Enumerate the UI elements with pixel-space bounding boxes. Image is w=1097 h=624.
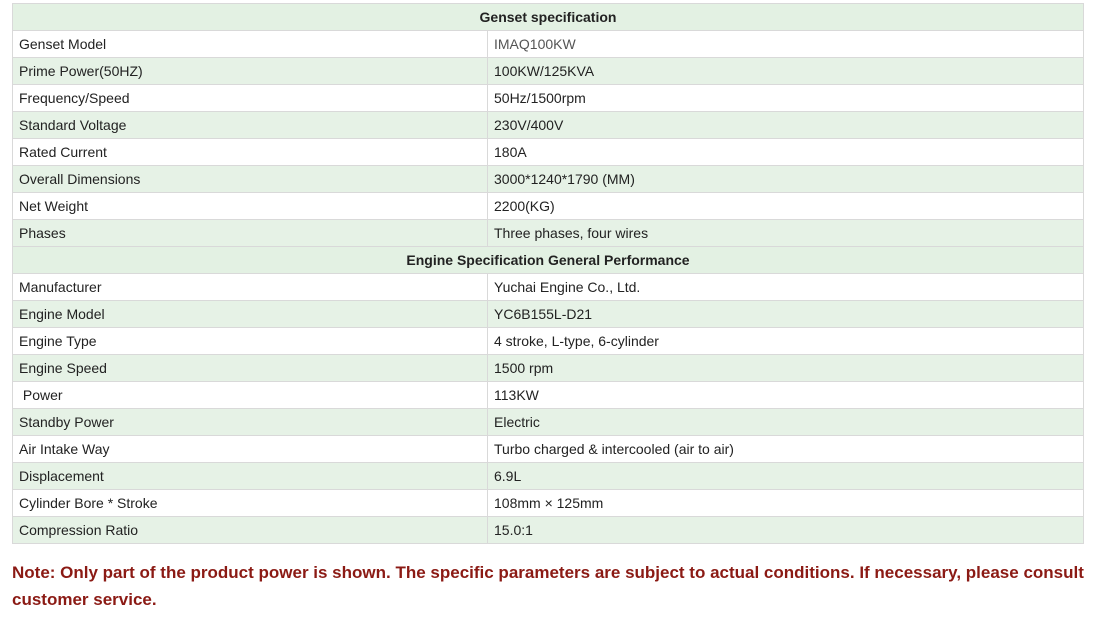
table-row: Manufacturer Yuchai Engine Co., Ltd. xyxy=(12,273,1084,301)
spec-value: 15.0:1 xyxy=(487,516,1084,544)
spec-value: 100KW/125KVA xyxy=(487,57,1084,85)
spec-label: Displacement xyxy=(12,462,488,490)
spec-label: Air Intake Way xyxy=(12,435,488,463)
spec-value: 108mm × 125mm xyxy=(487,489,1084,517)
spec-value: Electric xyxy=(487,408,1084,436)
table-row: Compression Ratio 15.0:1 xyxy=(12,516,1084,544)
spec-value: 1500 rpm xyxy=(487,354,1084,382)
table-row: Air Intake Way Turbo charged & intercool… xyxy=(12,435,1084,463)
table-row: Overall Dimensions 3000*1240*1790 (MM) xyxy=(12,165,1084,193)
spec-label: Power xyxy=(12,381,488,409)
spec-label: Standby Power xyxy=(12,408,488,436)
spec-value: 50Hz/1500rpm xyxy=(487,84,1084,112)
table-row: Genset Model IMAQ100KW xyxy=(12,30,1084,58)
spec-label: Engine Model xyxy=(12,300,488,328)
table-row: Standard Voltage 230V/400V xyxy=(12,111,1084,139)
table-row: Engine Speed 1500 rpm xyxy=(12,354,1084,382)
spec-label: Prime Power(50HZ) xyxy=(12,57,488,85)
spec-value: Yuchai Engine Co., Ltd. xyxy=(487,273,1084,301)
spec-value: Three phases, four wires xyxy=(487,219,1084,247)
spec-label: Net Weight xyxy=(12,192,488,220)
section-header: Genset specification xyxy=(12,3,1084,31)
spec-label: Rated Current xyxy=(12,138,488,166)
spec-label: Cylinder Bore * Stroke xyxy=(12,489,488,517)
table-row: Engine Model YC6B155L-D21 xyxy=(12,300,1084,328)
spec-label: Genset Model xyxy=(12,30,488,58)
spec-label: Standard Voltage xyxy=(12,111,488,139)
spec-label: Engine Type xyxy=(12,327,488,355)
spec-value: 6.9L xyxy=(487,462,1084,490)
table-row: Power 113KW xyxy=(12,381,1084,409)
spec-label: Phases xyxy=(12,219,488,247)
spec-value: Turbo charged & intercooled (air to air) xyxy=(487,435,1084,463)
spec-label: Overall Dimensions xyxy=(12,165,488,193)
spec-label: Compression Ratio xyxy=(12,516,488,544)
disclaimer-note: Note: Only part of the product power is … xyxy=(12,563,1084,609)
table-row: Displacement 6.9L xyxy=(12,462,1084,490)
spec-label: Frequency/Speed xyxy=(12,84,488,112)
spec-value: 2200(KG) xyxy=(487,192,1084,220)
table-row: Rated Current 180A xyxy=(12,138,1084,166)
spec-value: YC6B155L-D21 xyxy=(487,300,1084,328)
spec-table: Genset specification Genset Model IMAQ10… xyxy=(12,3,1084,544)
spec-value: 180A xyxy=(487,138,1084,166)
spec-value: 113KW xyxy=(487,381,1084,409)
section-header: Engine Specification General Performance xyxy=(12,246,1084,274)
table-row: Cylinder Bore * Stroke 108mm × 125mm xyxy=(12,489,1084,517)
table-row: Standby Power Electric xyxy=(12,408,1084,436)
spec-label: Engine Speed xyxy=(12,354,488,382)
table-row: Phases Three phases, four wires xyxy=(12,219,1084,247)
spec-label: Manufacturer xyxy=(12,273,488,301)
table-row: Frequency/Speed 50Hz/1500rpm xyxy=(12,84,1084,112)
table-row: Net Weight 2200(KG) xyxy=(12,192,1084,220)
table-row: Engine Type 4 stroke, L-type, 6-cylinder xyxy=(12,327,1084,355)
table-row: Prime Power(50HZ) 100KW/125KVA xyxy=(12,57,1084,85)
spec-value: 230V/400V xyxy=(487,111,1084,139)
spec-value: 4 stroke, L-type, 6-cylinder xyxy=(487,327,1084,355)
spec-value: 3000*1240*1790 (MM) xyxy=(487,165,1084,193)
spec-value: IMAQ100KW xyxy=(487,30,1084,58)
genset-section-title: Genset specification xyxy=(12,3,1084,31)
engine-section-title: Engine Specification General Performance xyxy=(12,246,1084,274)
